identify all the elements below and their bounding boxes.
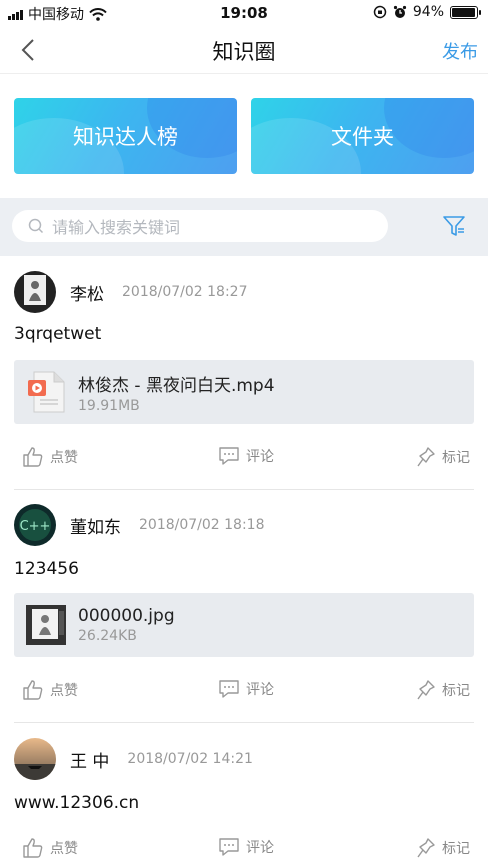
- thumbs-up-icon: [23, 680, 43, 700]
- battery-percent: 94%: [412, 4, 444, 20]
- avatar[interactable]: [14, 271, 56, 313]
- comment-label: 评论: [246, 449, 274, 465]
- mark-button[interactable]: 标记: [416, 679, 470, 701]
- pin-icon: [417, 680, 435, 700]
- comment-button[interactable]: 评论: [218, 837, 274, 857]
- comment-label: 评论: [246, 840, 274, 856]
- comment-icon: [219, 447, 239, 465]
- like-label: 点赞: [50, 450, 78, 466]
- like-button[interactable]: 点赞: [22, 837, 78, 859]
- video-file-icon: [28, 371, 65, 413]
- divider: [14, 722, 474, 723]
- post-date: 2018/07/02 18:27: [122, 284, 248, 300]
- banner-row: 知识达人榜 文件夹: [14, 98, 474, 176]
- svg-text:C++: C++: [20, 519, 51, 534]
- pin-icon: [417, 447, 435, 467]
- author-name[interactable]: 李松: [70, 280, 104, 305]
- comment-icon: [219, 838, 239, 856]
- file-size: 19.91MB: [78, 397, 140, 414]
- thumbs-up-icon: [23, 447, 43, 467]
- expert-ranking-banner[interactable]: 知识达人榜: [14, 98, 237, 174]
- filter-icon[interactable]: [442, 214, 466, 238]
- orientation-lock-icon: [373, 5, 387, 19]
- search-icon: [28, 218, 44, 234]
- file-attachment[interactable]: 000000.jpg 26.24KB: [14, 593, 474, 657]
- publish-button[interactable]: 发布: [442, 38, 478, 64]
- mark-button[interactable]: 标记: [416, 446, 470, 468]
- post-text: www.12306.cn: [14, 793, 140, 813]
- mark-button[interactable]: 标记: [416, 837, 470, 859]
- pin-icon: [417, 838, 435, 858]
- comment-icon: [219, 680, 239, 698]
- post-text: 3qrqetwet: [14, 324, 102, 344]
- post-date: 2018/07/02 18:18: [139, 517, 265, 533]
- comment-button[interactable]: 评论: [218, 679, 274, 699]
- file-name: 000000.jpg: [78, 606, 175, 626]
- post-date: 2018/07/02 14:21: [127, 751, 253, 767]
- search-placeholder: 请输入搜索关键词: [52, 218, 181, 237]
- thumbs-up-icon: [23, 838, 43, 858]
- comment-button[interactable]: 评论: [218, 446, 274, 466]
- mark-label: 标记: [442, 450, 470, 466]
- image-thumbnail: [26, 605, 66, 645]
- folder-banner[interactable]: 文件夹: [251, 98, 474, 174]
- avatar[interactable]: [14, 738, 56, 780]
- file-attachment[interactable]: 林俊杰 - 黑夜问白天.mp4 19.91MB: [14, 360, 474, 424]
- avatar[interactable]: C++: [14, 504, 56, 546]
- post-text: 123456: [14, 559, 79, 579]
- like-button[interactable]: 点赞: [22, 446, 78, 468]
- battery-icon: [450, 5, 481, 19]
- page-title: 知识圈: [212, 40, 276, 64]
- alarm-icon: [393, 5, 406, 18]
- file-name: 林俊杰 - 黑夜问白天.mp4: [78, 375, 275, 396]
- comment-label: 评论: [246, 682, 274, 698]
- banner-label: 知识达人榜: [73, 125, 178, 149]
- search-bar: 请输入搜索关键词: [0, 198, 488, 256]
- like-button[interactable]: 点赞: [22, 679, 78, 701]
- divider: [14, 489, 474, 490]
- author-name[interactable]: 董如东: [70, 513, 121, 538]
- author-name[interactable]: 王 中: [70, 747, 109, 772]
- file-size: 26.24KB: [78, 628, 137, 644]
- navigation-bar: 知识圈 发布: [0, 26, 488, 74]
- banner-label: 文件夹: [331, 125, 394, 149]
- status-bar: 中国移动 19:08 94%: [0, 0, 488, 26]
- like-label: 点赞: [50, 683, 78, 699]
- like-label: 点赞: [50, 841, 78, 857]
- search-input[interactable]: 请输入搜索关键词: [12, 210, 388, 242]
- mark-label: 标记: [442, 841, 470, 857]
- mark-label: 标记: [442, 683, 470, 699]
